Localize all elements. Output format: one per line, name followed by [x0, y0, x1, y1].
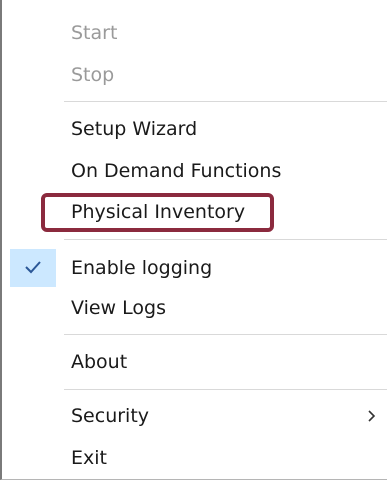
- menu-item-view-logs[interactable]: View Logs: [4, 289, 387, 327]
- context-menu: Start Stop Setup Wizard On Demand Functi…: [0, 0, 387, 480]
- menu-item-start[interactable]: Start: [4, 14, 387, 52]
- menu-separator: [64, 389, 387, 390]
- menu-item-label: About: [71, 351, 128, 373]
- menu-item-label: Security: [71, 405, 150, 427]
- menu-item-label: Start: [71, 22, 118, 44]
- menu-item-label: Enable logging: [71, 257, 213, 279]
- menu-separator: [64, 239, 387, 240]
- menu-item-physical-inventory[interactable]: Physical Inventory: [4, 193, 387, 231]
- menu-separator: [64, 101, 387, 102]
- menu-item-about[interactable]: About: [4, 343, 387, 381]
- menu-item-label: Setup Wizard: [71, 118, 198, 140]
- menu-item-label: View Logs: [71, 297, 166, 319]
- menu-item-stop[interactable]: Stop: [4, 56, 387, 94]
- menu-item-setup-wizard[interactable]: Setup Wizard: [4, 110, 387, 148]
- menu-item-enable-logging[interactable]: Enable logging: [4, 249, 387, 287]
- menu-item-label: Stop: [71, 64, 115, 86]
- menu-item-security[interactable]: Security: [4, 397, 387, 435]
- menu-separator: [64, 334, 387, 335]
- menu-item-on-demand-functions[interactable]: On Demand Functions: [4, 152, 387, 190]
- menu-item-exit[interactable]: Exit: [4, 439, 387, 477]
- menu-item-label: Exit: [71, 447, 107, 469]
- menu-item-label: Physical Inventory: [71, 201, 246, 223]
- chevron-right-icon: [368, 410, 376, 422]
- menu-item-label: On Demand Functions: [71, 160, 282, 182]
